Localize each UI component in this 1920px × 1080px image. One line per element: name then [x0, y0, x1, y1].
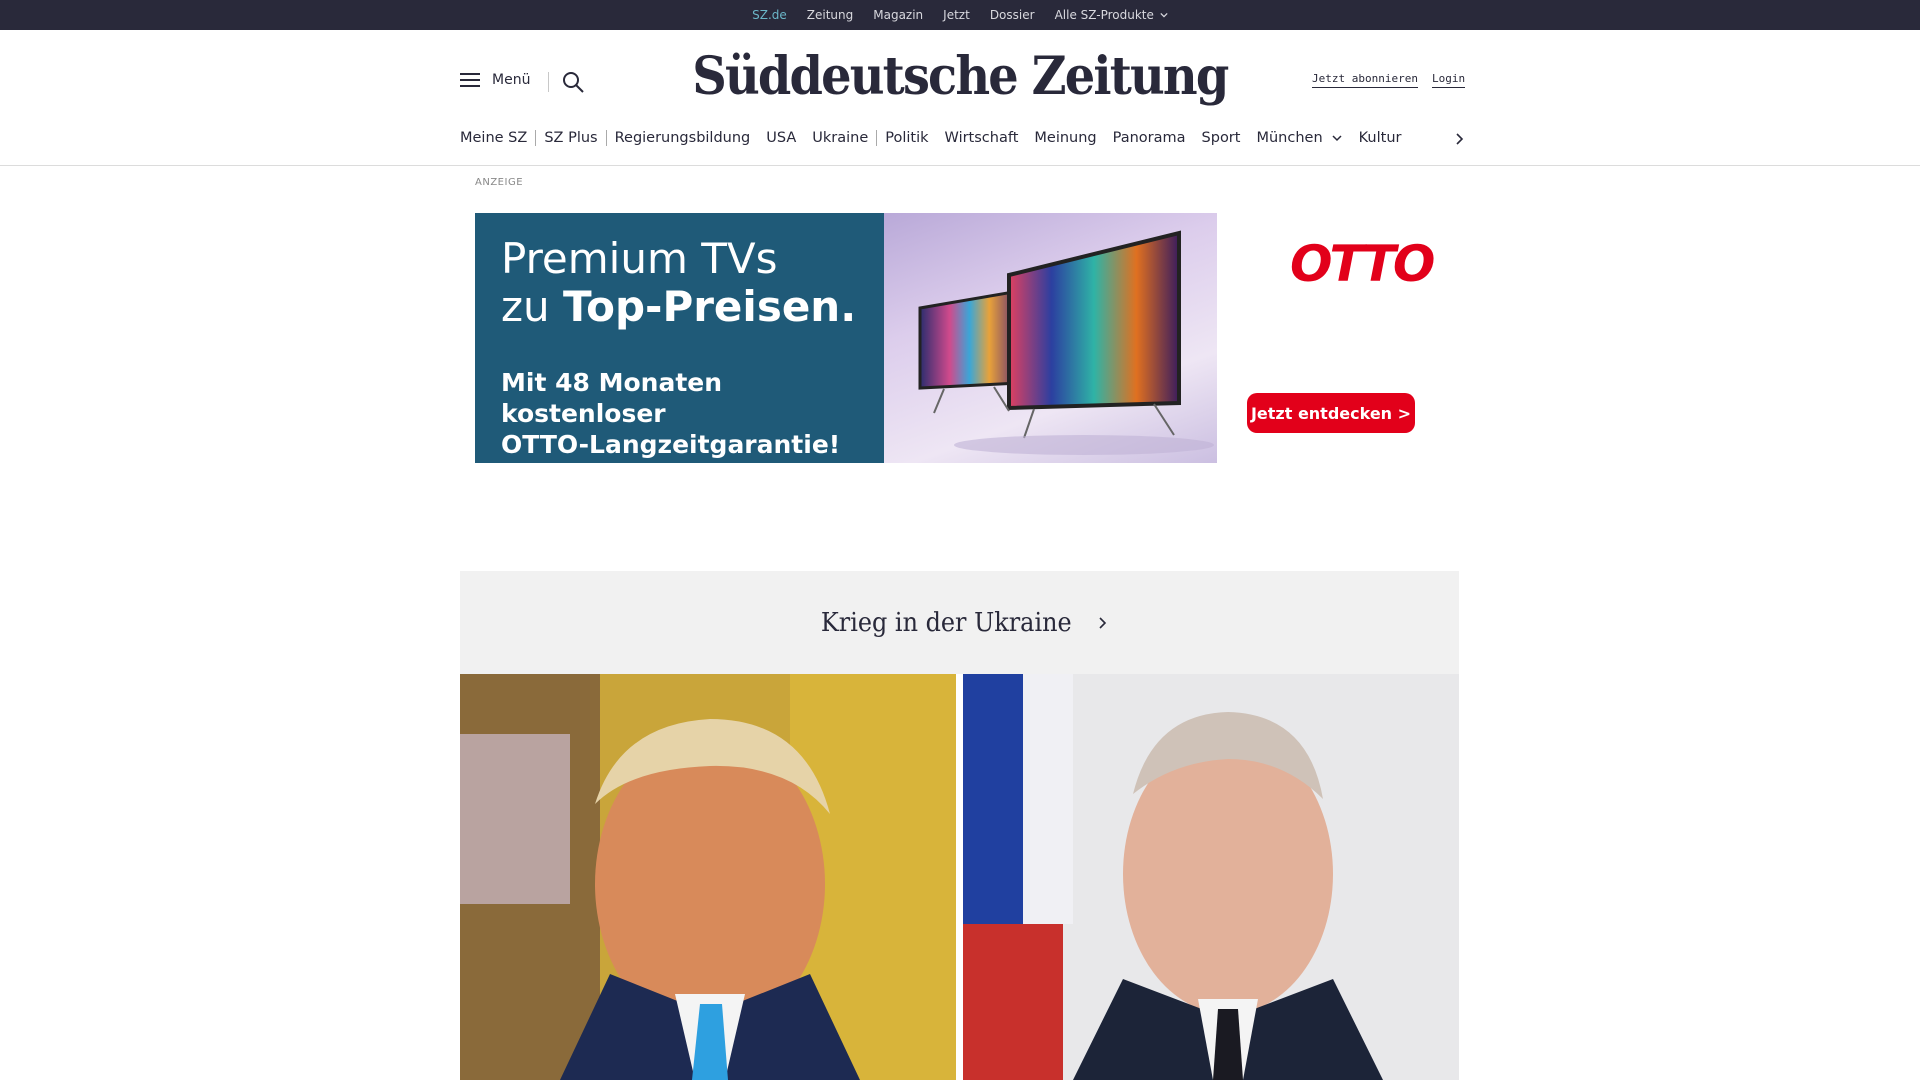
site-logo[interactable]: Süddeutsche Zeitung: [0, 46, 1920, 107]
topbar-link-label: Alle SZ-Produkte: [1054, 8, 1154, 22]
chevron-right-icon[interactable]: [1452, 132, 1466, 146]
ad-label: ANZEIGE: [475, 177, 524, 188]
topbar-link-label: Jetzt: [943, 8, 970, 22]
ad-headline-line2: zu Top-Preisen.: [501, 283, 884, 331]
nav-item-ukraine[interactable]: Ukraine: [804, 130, 876, 146]
nav-item-panorama[interactable]: Panorama: [1105, 130, 1194, 146]
subscribe-link[interactable]: Jetzt abonnieren: [1312, 72, 1418, 88]
topbar-link-szde[interactable]: SZ.de: [752, 8, 787, 36]
site-header: Menü Süddeutsche Zeitung Jetzt abonniere…: [0, 30, 1920, 166]
topbar-link-zeitung[interactable]: Zeitung: [807, 8, 853, 22]
otto-logo: OTTO: [1290, 235, 1435, 293]
ad-cta-button[interactable]: Jetzt entdecken >: [1247, 393, 1415, 433]
nav-item-meine-sz[interactable]: Meine SZ: [460, 130, 535, 146]
nav-item-muenchen[interactable]: München: [1248, 130, 1350, 146]
ad-headline-line1: Premium TVs: [501, 234, 778, 283]
ad-text-panel: Premium TVs zu Top-Preisen. Mit 48 Monat…: [475, 213, 884, 463]
ad-headline-bold: Top-Preisen.: [563, 282, 857, 331]
section-header-link[interactable]: Krieg in der Ukraine: [460, 571, 1459, 674]
nav-item-sz-plus[interactable]: SZ Plus: [536, 130, 605, 146]
ad-headline-prefix: zu: [501, 282, 564, 331]
teaser-photo-left[interactable]: [460, 674, 956, 1080]
chevron-down-icon: [1160, 12, 1168, 18]
topbar-dropdown-products[interactable]: Alle SZ-Produkte: [1055, 8, 1168, 22]
ad-subline-line1: Mit 48 Monaten kostenloser: [501, 368, 723, 428]
ad-subline-line2: OTTO-Langzeitgarantie!: [501, 430, 841, 459]
topbar-link-dossier[interactable]: Dossier: [990, 8, 1035, 22]
topbar-link-label: Zeitung: [806, 8, 854, 22]
chevron-right-icon: [1099, 616, 1106, 629]
nav-item-kultur[interactable]: Kultur: [1351, 130, 1410, 146]
nav-item-politik[interactable]: Politik: [877, 130, 936, 146]
ad-headline: Premium TVs zu Top-Preisen.: [501, 235, 884, 331]
advertisement-banner[interactable]: Premium TVs zu Top-Preisen. Mit 48 Monat…: [475, 213, 1445, 463]
ad-subline: Mit 48 Monaten kostenloser OTTO-Langzeit…: [501, 367, 884, 460]
nav-item-label: München: [1256, 130, 1323, 146]
topbar-link-label: Dossier: [989, 8, 1035, 22]
main-navigation: Meine SZ SZ Plus Regierungsbildung USA U…: [460, 130, 1464, 146]
nav-item-sport[interactable]: Sport: [1194, 130, 1249, 146]
section-title: Krieg in der Ukraine: [821, 607, 1072, 638]
nav-item-wirtschaft[interactable]: Wirtschaft: [937, 130, 1027, 146]
login-link[interactable]: Login: [1431, 72, 1466, 88]
topbar-link-label: Magazin: [873, 8, 924, 22]
nav-item-meinung[interactable]: Meinung: [1026, 130, 1104, 146]
chevron-down-icon: [1332, 135, 1342, 142]
topbar-link-magazin[interactable]: Magazin: [873, 8, 923, 22]
teaser-photo-right[interactable]: [963, 674, 1459, 1080]
nav-item-usa[interactable]: USA: [758, 130, 804, 146]
topbar-link-jetzt[interactable]: Jetzt: [943, 8, 970, 22]
nav-item-regierungsbildung[interactable]: Regierungsbildung: [607, 130, 759, 146]
ad-brand-panel: OTTO Jetzt entdecken >: [1217, 213, 1445, 463]
teaser-images: [460, 674, 1459, 1080]
product-bar: SZ.de Zeitung Magazin Jetzt Dossier Alle…: [0, 0, 1920, 36]
topbar-link-label: SZ.de: [752, 8, 787, 22]
tv-product-image: [884, 213, 1217, 463]
logo-text: Süddeutsche Zeitung: [692, 46, 1229, 107]
